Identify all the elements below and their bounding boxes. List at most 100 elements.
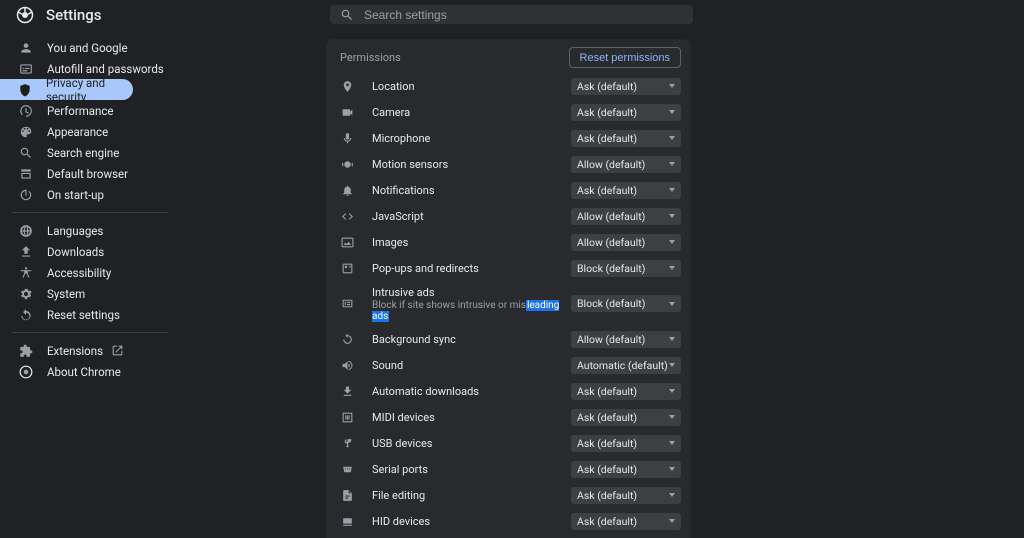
sidebar-item-privacy[interactable]: Privacy and security bbox=[0, 79, 133, 100]
permission-select[interactable]: Ask (default) bbox=[571, 487, 681, 504]
sidebar-item-label: System bbox=[47, 287, 85, 301]
sidebar-item-you-and-google[interactable]: You and Google bbox=[0, 37, 180, 58]
bell-icon bbox=[340, 183, 354, 197]
permission-row: ImagesAllow (default) bbox=[326, 229, 691, 255]
performance-icon bbox=[18, 103, 33, 118]
permission-value: Ask (default) bbox=[577, 437, 637, 450]
permission-select[interactable]: Ask (default) bbox=[571, 409, 681, 426]
permission-select[interactable]: Block (default) bbox=[571, 260, 681, 277]
permission-select[interactable]: Allow (default) bbox=[571, 331, 681, 348]
sidebar: You and GoogleAutofill and passwordsPriv… bbox=[0, 29, 180, 538]
sync-icon bbox=[340, 332, 354, 346]
chevron-down-icon bbox=[669, 162, 675, 166]
permission-select[interactable]: Block (default) bbox=[571, 295, 681, 312]
permission-select[interactable]: Allow (default) bbox=[571, 234, 681, 251]
permission-select[interactable]: Ask (default) bbox=[571, 182, 681, 199]
sidebar-item-label: You and Google bbox=[47, 41, 128, 55]
permission-value: Automatic (default) bbox=[577, 359, 668, 372]
permission-value: Allow (default) bbox=[577, 333, 645, 346]
permission-select[interactable]: Ask (default) bbox=[571, 435, 681, 452]
permission-label: Notifications bbox=[372, 184, 571, 197]
security-icon bbox=[18, 82, 32, 97]
person-icon bbox=[18, 40, 33, 55]
sidebar-item-reset[interactable]: Reset settings bbox=[0, 304, 180, 325]
sidebar-item-languages[interactable]: Languages bbox=[0, 220, 180, 241]
permission-select[interactable]: Ask (default) bbox=[571, 383, 681, 400]
sidebar-item-about[interactable]: About Chrome bbox=[0, 361, 180, 382]
external-link-icon bbox=[111, 344, 124, 357]
download-icon bbox=[18, 244, 33, 259]
appearance-icon bbox=[18, 124, 33, 139]
search-input[interactable] bbox=[364, 8, 683, 22]
sidebar-item-extensions[interactable]: Extensions bbox=[0, 340, 180, 361]
sidebar-item-label: Accessibility bbox=[47, 266, 111, 280]
sidebar-divider bbox=[12, 332, 168, 333]
permission-select[interactable]: Allow (default) bbox=[571, 208, 681, 225]
permission-row: File editingAsk (default) bbox=[326, 482, 691, 508]
reset-permissions-button[interactable]: Reset permissions bbox=[569, 47, 681, 68]
permission-row: MicrophoneAsk (default) bbox=[326, 125, 691, 151]
permission-value: Ask (default) bbox=[577, 385, 637, 398]
chevron-down-icon bbox=[669, 302, 675, 306]
permission-select[interactable]: Automatic (default) bbox=[571, 357, 681, 374]
permission-value: Block (default) bbox=[577, 262, 645, 275]
permission-label: Pop-ups and redirects bbox=[372, 262, 571, 275]
chevron-down-icon bbox=[669, 441, 675, 445]
permission-select[interactable]: Ask (default) bbox=[571, 461, 681, 478]
permission-select[interactable]: Allow (default) bbox=[571, 156, 681, 173]
hid-icon bbox=[340, 514, 354, 528]
chevron-down-icon bbox=[669, 519, 675, 523]
sidebar-item-label: Reset settings bbox=[47, 308, 120, 322]
sidebar-item-label: Downloads bbox=[47, 245, 104, 259]
sidebar-item-system[interactable]: System bbox=[0, 283, 180, 304]
permission-label: Sound bbox=[372, 359, 571, 372]
permission-value: Ask (default) bbox=[577, 411, 637, 424]
sidebar-item-label: Default browser bbox=[47, 167, 128, 181]
permission-label: USB devices bbox=[372, 437, 571, 450]
permission-select[interactable]: Ask (default) bbox=[571, 104, 681, 121]
sidebar-item-label: Extensions bbox=[47, 344, 103, 358]
permission-value: Ask (default) bbox=[577, 489, 637, 502]
permission-row: Background sync Allow (default) bbox=[326, 326, 691, 352]
sidebar-item-downloads[interactable]: Downloads bbox=[0, 241, 180, 262]
sidebar-divider bbox=[12, 212, 168, 213]
sidebar-item-label: Search engine bbox=[47, 146, 119, 160]
sidebar-item-startup[interactable]: On start-up bbox=[0, 184, 180, 205]
permission-value: Allow (default) bbox=[577, 236, 645, 249]
permission-value: Ask (default) bbox=[577, 184, 637, 197]
sidebar-item-label: Appearance bbox=[47, 125, 108, 139]
sidebar-item-label: About Chrome bbox=[47, 365, 121, 379]
chrome-icon bbox=[18, 364, 33, 379]
system-icon bbox=[18, 286, 33, 301]
sidebar-item-default-browser[interactable]: Default browser bbox=[0, 163, 180, 184]
sidebar-item-performance[interactable]: Performance bbox=[0, 100, 180, 121]
search-container[interactable] bbox=[330, 5, 693, 24]
permission-select[interactable]: Ask (default) bbox=[571, 513, 681, 530]
permission-row: Automatic downloadsAsk (default) bbox=[326, 378, 691, 404]
chevron-down-icon bbox=[669, 84, 675, 88]
location-icon bbox=[340, 79, 354, 93]
permission-value: Ask (default) bbox=[577, 132, 637, 145]
permission-label: Camera bbox=[372, 106, 571, 119]
browser-icon bbox=[18, 166, 33, 181]
sidebar-item-search-engine[interactable]: Search engine bbox=[0, 142, 180, 163]
power-icon bbox=[18, 187, 33, 202]
permission-value: Allow (default) bbox=[577, 210, 645, 223]
permissions-card: Permissions Reset permissions LocationAs… bbox=[326, 39, 691, 538]
permission-label: Background sync bbox=[372, 333, 571, 346]
sidebar-item-accessibility[interactable]: Accessibility bbox=[0, 262, 180, 283]
chevron-down-icon bbox=[669, 363, 675, 367]
sidebar-item-appearance[interactable]: Appearance bbox=[0, 121, 180, 142]
permission-select[interactable]: Ask (default) bbox=[571, 78, 681, 95]
file-icon bbox=[340, 488, 354, 502]
sidebar-item-label: On start-up bbox=[47, 188, 104, 202]
permission-row: MIDI devices Ask (default) bbox=[326, 404, 691, 430]
permission-row: LocationAsk (default) bbox=[326, 73, 691, 99]
chevron-down-icon bbox=[669, 467, 675, 471]
permission-row: Sound Automatic (default) bbox=[326, 352, 691, 378]
permission-label: MIDI devices bbox=[372, 411, 571, 424]
permission-value: Allow (default) bbox=[577, 158, 645, 171]
serial-icon bbox=[340, 462, 354, 476]
camera-icon bbox=[340, 105, 354, 119]
permission-select[interactable]: Ask (default) bbox=[571, 130, 681, 147]
